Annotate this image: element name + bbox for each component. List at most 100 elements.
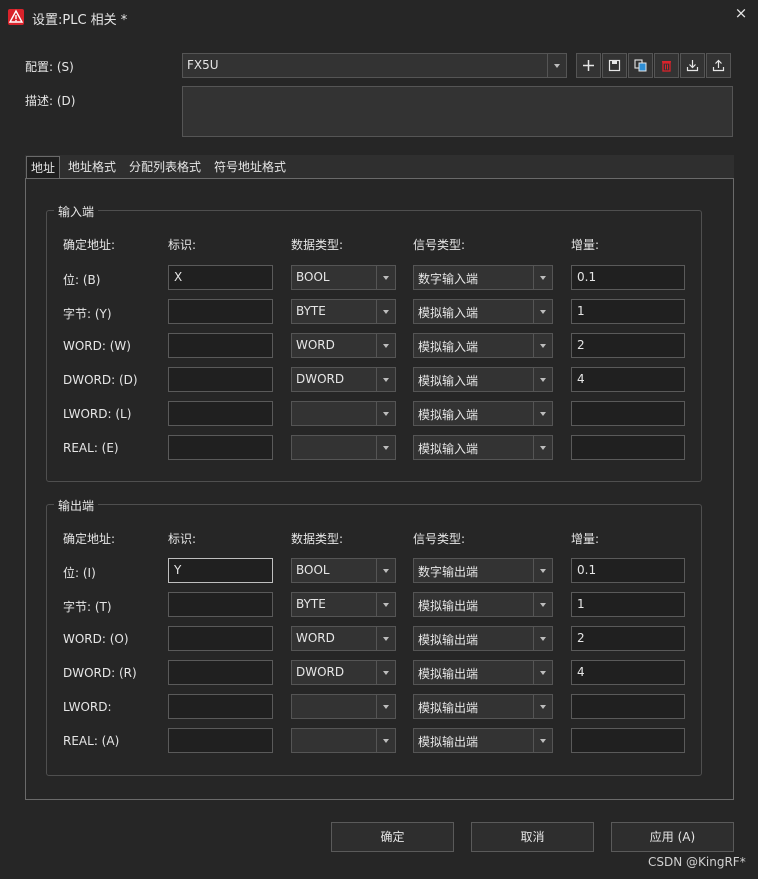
signal-type-select[interactable]: 模拟输出端 xyxy=(413,660,553,685)
chevron-down-icon[interactable] xyxy=(533,695,552,718)
chevron-down-icon[interactable] xyxy=(533,266,552,289)
chevron-down-icon[interactable] xyxy=(376,368,395,391)
close-icon[interactable]: × xyxy=(732,4,750,22)
signal-type-select[interactable]: 模拟输入端 xyxy=(413,435,553,460)
tab-symbol-address-format[interactable]: 符号地址格式 xyxy=(210,156,290,178)
identifier-input[interactable] xyxy=(168,694,273,719)
chevron-down-icon[interactable] xyxy=(376,436,395,459)
description-field[interactable] xyxy=(182,86,733,137)
increment-input[interactable] xyxy=(571,694,685,719)
delete-button[interactable] xyxy=(654,53,679,78)
identifier-input[interactable] xyxy=(168,660,273,685)
data-type-select[interactable]: BYTE xyxy=(291,592,396,617)
data-type-select-value: DWORD xyxy=(296,372,345,386)
signal-type-select[interactable]: 数字输入端 xyxy=(413,265,553,290)
increment-input[interactable]: 0.1 xyxy=(571,558,685,583)
data-type-select-value: WORD xyxy=(296,631,335,645)
import-button[interactable] xyxy=(680,53,705,78)
add-button[interactable] xyxy=(576,53,601,78)
chevron-down-icon[interactable] xyxy=(376,593,395,616)
increment-input[interactable] xyxy=(571,401,685,426)
identifier-input[interactable] xyxy=(168,626,273,651)
delete-icon xyxy=(662,61,671,72)
signal-type-select[interactable]: 模拟输出端 xyxy=(413,592,553,617)
data-type-select[interactable] xyxy=(291,694,396,719)
identifier-input[interactable] xyxy=(168,592,273,617)
config-select[interactable]: FX5U xyxy=(182,53,567,78)
copy-button[interactable] xyxy=(628,53,653,78)
address-label: LWORD: xyxy=(63,700,112,714)
export-button[interactable] xyxy=(706,53,731,78)
data-type-select[interactable]: DWORD xyxy=(291,660,396,685)
apply-button[interactable]: 应用 (A) xyxy=(611,822,734,852)
increment-input[interactable]: 2 xyxy=(571,333,685,358)
data-type-select[interactable]: DWORD xyxy=(291,367,396,392)
chevron-down-icon[interactable] xyxy=(376,729,395,752)
signal-type-select[interactable]: 模拟输入端 xyxy=(413,401,553,426)
data-type-select[interactable]: BOOL xyxy=(291,265,396,290)
chevron-down-icon[interactable] xyxy=(547,54,566,77)
increment-input[interactable]: 1 xyxy=(571,299,685,324)
identifier-input[interactable] xyxy=(168,728,273,753)
chevron-down-icon[interactable] xyxy=(533,661,552,684)
increment-input[interactable]: 1 xyxy=(571,592,685,617)
identifier-input[interactable] xyxy=(168,367,273,392)
address-label: REAL: (A) xyxy=(63,734,120,748)
chevron-down-icon[interactable] xyxy=(533,729,552,752)
chevron-down-icon[interactable] xyxy=(533,368,552,391)
signal-type-select[interactable]: 模拟输出端 xyxy=(413,728,553,753)
tab-allocation-list-format[interactable]: 分配列表格式 xyxy=(125,156,205,178)
address-label: WORD: (O) xyxy=(63,632,129,646)
signal-type-select[interactable]: 模拟输入端 xyxy=(413,333,553,358)
chevron-down-icon[interactable] xyxy=(376,661,395,684)
save-button[interactable] xyxy=(602,53,627,78)
signal-type-select[interactable]: 模拟输出端 xyxy=(413,626,553,651)
chevron-down-icon[interactable] xyxy=(533,559,552,582)
chevron-down-icon[interactable] xyxy=(376,559,395,582)
increment-input[interactable]: 4 xyxy=(571,367,685,392)
increment-input[interactable] xyxy=(571,435,685,460)
data-type-select[interactable]: WORD xyxy=(291,333,396,358)
data-type-select[interactable] xyxy=(291,435,396,460)
chevron-down-icon[interactable] xyxy=(533,593,552,616)
increment-input[interactable]: 2 xyxy=(571,626,685,651)
increment-input[interactable] xyxy=(571,728,685,753)
increment-input[interactable]: 0.1 xyxy=(571,265,685,290)
signal-type-select[interactable]: 数字输出端 xyxy=(413,558,553,583)
chevron-down-icon[interactable] xyxy=(376,695,395,718)
identifier-input[interactable] xyxy=(168,333,273,358)
chevron-down-icon[interactable] xyxy=(376,402,395,425)
signal-type-select[interactable]: 模拟输入端 xyxy=(413,367,553,392)
identifier-input[interactable] xyxy=(168,401,273,426)
chevron-down-icon[interactable] xyxy=(376,334,395,357)
chevron-down-icon[interactable] xyxy=(533,334,552,357)
signal-type-select-value: 数字输出端 xyxy=(418,565,479,579)
data-type-select[interactable] xyxy=(291,401,396,426)
cancel-button[interactable]: 取消 xyxy=(471,822,594,852)
identifier-input[interactable]: Y xyxy=(168,558,273,583)
chevron-down-icon[interactable] xyxy=(376,627,395,650)
chevron-down-icon[interactable] xyxy=(376,266,395,289)
signal-type-select[interactable]: 模拟输出端 xyxy=(413,694,553,719)
ok-button[interactable]: 确定 xyxy=(331,822,454,852)
col-increment-header: 增量: xyxy=(571,238,600,252)
data-type-select-value: BYTE xyxy=(296,597,326,611)
data-type-select[interactable]: BYTE xyxy=(291,299,396,324)
chevron-down-icon[interactable] xyxy=(533,627,552,650)
chevron-down-icon[interactable] xyxy=(533,300,552,323)
identifier-input[interactable] xyxy=(168,299,273,324)
data-type-select-value: BOOL xyxy=(296,270,330,284)
identifier-input[interactable] xyxy=(168,435,273,460)
chevron-down-icon[interactable] xyxy=(533,402,552,425)
data-type-select[interactable]: BOOL xyxy=(291,558,396,583)
tab-address[interactable]: 地址 xyxy=(26,156,61,179)
data-type-select[interactable]: WORD xyxy=(291,626,396,651)
data-type-select[interactable] xyxy=(291,728,396,753)
tab-address-format[interactable]: 地址格式 xyxy=(64,156,120,178)
identifier-input[interactable]: X xyxy=(168,265,273,290)
chevron-down-icon[interactable] xyxy=(533,436,552,459)
input-group-title: 输入端 xyxy=(54,203,99,220)
signal-type-select[interactable]: 模拟输入端 xyxy=(413,299,553,324)
chevron-down-icon[interactable] xyxy=(376,300,395,323)
increment-input[interactable]: 4 xyxy=(571,660,685,685)
